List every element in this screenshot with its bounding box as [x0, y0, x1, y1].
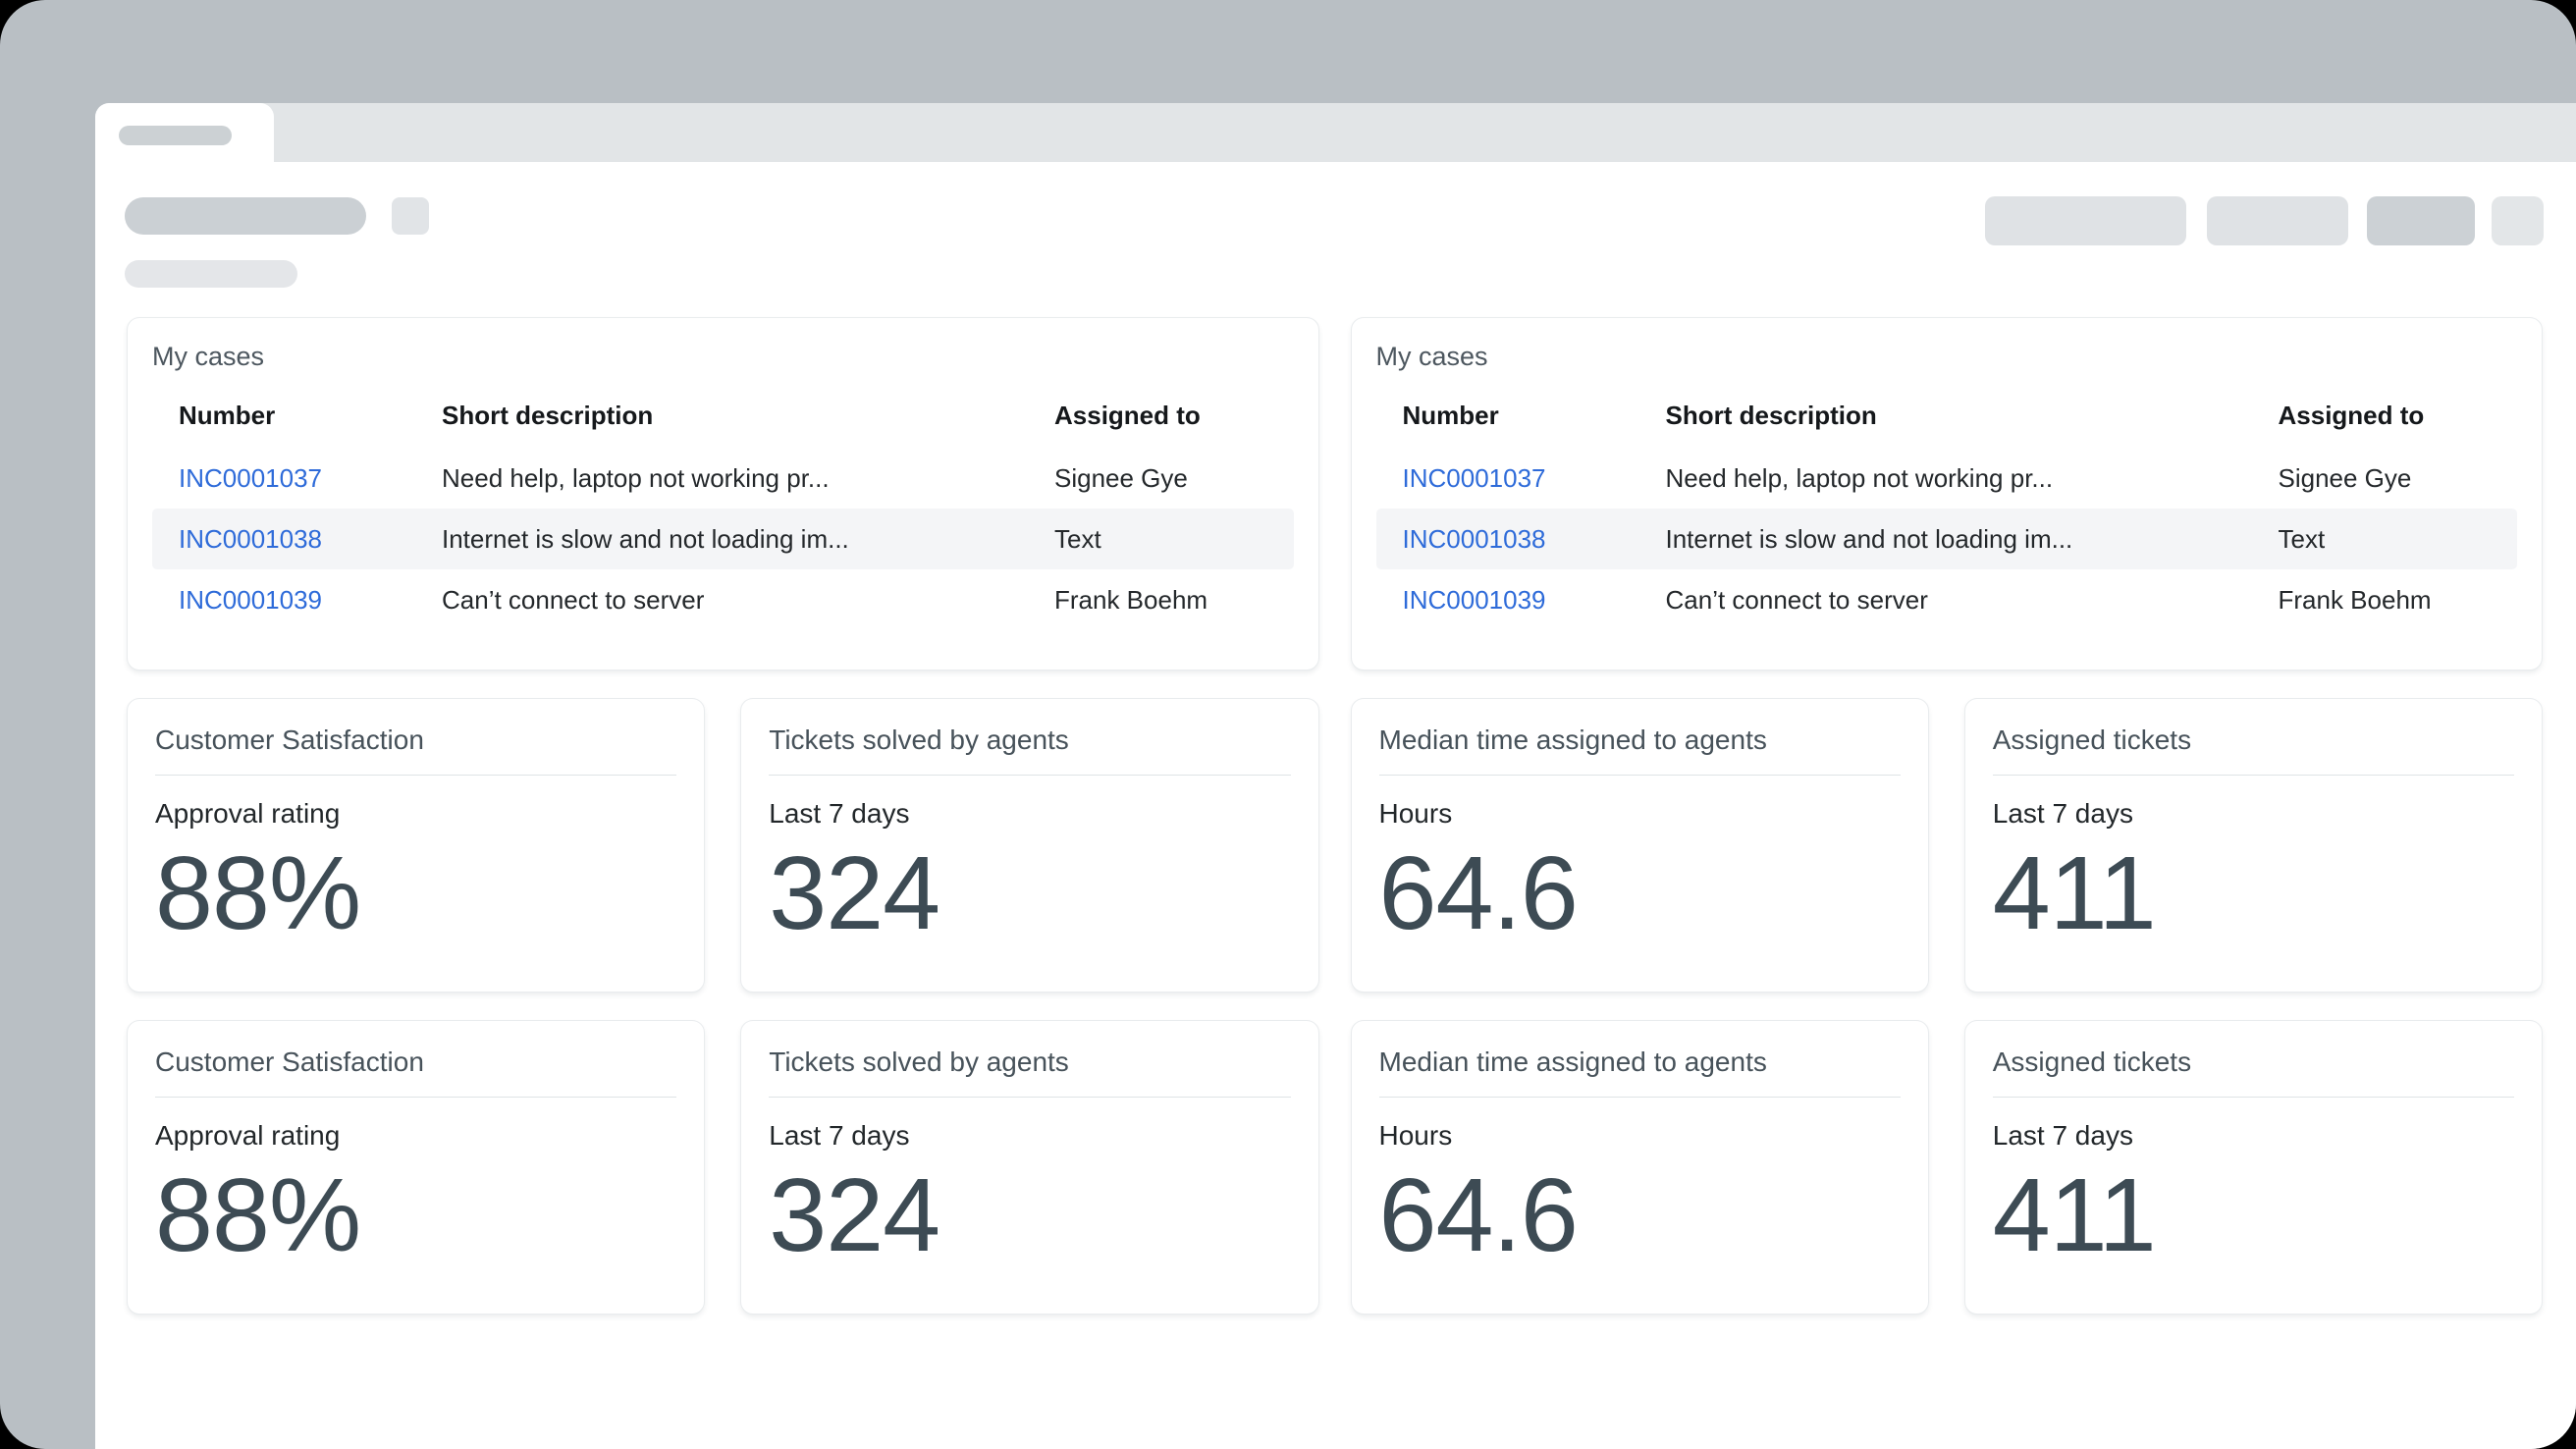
page-subtitle-skeleton [125, 260, 297, 288]
browser-tab[interactable] [95, 103, 274, 162]
kpi-card-median-time[interactable]: Median time assigned to agents Hours 64.… [1351, 698, 1929, 993]
case-number-link[interactable]: INC0001038 [179, 524, 322, 554]
header-action-button-1[interactable] [1985, 196, 2186, 245]
my-cases-title: My cases [152, 338, 1294, 375]
dashboard-column-2: My cases Number Short description Assign… [1351, 317, 2544, 1315]
case-assigned-to: Frank Boehm [1028, 585, 1294, 616]
my-cases-table: Number Short description Assigned to INC… [1376, 383, 2518, 630]
column-header-assigned-to: Assigned to [1028, 401, 1294, 431]
kpi-value: 64.6 [1379, 837, 1901, 949]
case-assigned-to: Signee Gye [1028, 463, 1294, 494]
my-cases-card: My cases Number Short description Assign… [1351, 317, 2544, 671]
my-cases-title: My cases [1376, 338, 2518, 375]
case-assigned-to: Frank Boehm [2252, 585, 2518, 616]
kpi-value: 324 [769, 837, 1290, 949]
kpi-value: 64.6 [1379, 1159, 1901, 1271]
kpi-label: Approval rating [155, 1118, 676, 1154]
header-icon-skeleton [392, 197, 429, 235]
case-number-link[interactable]: INC0001037 [179, 463, 322, 493]
kpi-label: Last 7 days [769, 796, 1290, 832]
header-action-button-3[interactable] [2367, 196, 2475, 245]
kpi-title: Customer Satisfaction [155, 1045, 676, 1080]
column-header-short-description: Short description [415, 401, 1028, 431]
case-short-description: Can’t connect to server [415, 585, 1028, 616]
my-cases-table: Number Short description Assigned to INC… [152, 383, 1294, 630]
kpi-card-customer-satisfaction[interactable]: Customer Satisfaction Approval rating 88… [127, 1020, 705, 1315]
kpi-card-tickets-solved[interactable]: Tickets solved by agents Last 7 days 324 [740, 698, 1318, 993]
case-assigned-to: Text [2252, 524, 2518, 555]
kpi-label: Hours [1379, 1118, 1901, 1154]
browser-window: My cases Number Short description Assign… [95, 103, 2576, 1449]
case-number-link[interactable]: INC0001038 [1403, 524, 1546, 554]
column-header-short-description: Short description [1639, 401, 2252, 431]
table-header-row: Number Short description Assigned to [1376, 383, 2518, 448]
my-cases-card: My cases Number Short description Assign… [127, 317, 1319, 671]
kpi-divider [769, 775, 1290, 776]
tab-title-skeleton [119, 126, 232, 145]
column-header-number: Number [152, 401, 415, 431]
kpi-title: Customer Satisfaction [155, 723, 676, 758]
header-action-button-2[interactable] [2207, 196, 2348, 245]
kpi-value: 411 [1993, 837, 2514, 949]
column-header-number: Number [1376, 401, 1639, 431]
case-short-description: Need help, laptop not working pr... [415, 463, 1028, 494]
case-short-description: Internet is slow and not loading im... [415, 524, 1028, 555]
browser-tab-bar [95, 103, 2576, 162]
dashboard-column-1: My cases Number Short description Assign… [127, 317, 1319, 1315]
case-short-description: Need help, laptop not working pr... [1639, 463, 2252, 494]
kpi-card-assigned-tickets[interactable]: Assigned tickets Last 7 days 411 [1964, 1020, 2543, 1315]
device-frame: My cases Number Short description Assign… [0, 0, 2576, 1449]
kpi-divider [155, 775, 676, 776]
table-row: INC0001038 Internet is slow and not load… [152, 509, 1294, 569]
kpi-title: Tickets solved by agents [769, 1045, 1290, 1080]
table-row: INC0001037 Need help, laptop not working… [1376, 448, 2518, 509]
table-header-row: Number Short description Assigned to [152, 383, 1294, 448]
kpi-divider [1379, 775, 1901, 776]
table-row: INC0001037 Need help, laptop not working… [152, 448, 1294, 509]
case-number-link[interactable]: INC0001039 [179, 585, 322, 615]
page-title-skeleton [125, 197, 366, 235]
case-assigned-to: Text [1028, 524, 1294, 555]
kpi-grid: Customer Satisfaction Approval rating 88… [127, 698, 1319, 1315]
page-content: My cases Number Short description Assign… [95, 162, 2576, 1449]
kpi-value: 88% [155, 837, 676, 949]
kpi-card-tickets-solved[interactable]: Tickets solved by agents Last 7 days 324 [740, 1020, 1318, 1315]
kpi-divider [1993, 775, 2514, 776]
case-short-description: Can’t connect to server [1639, 585, 2252, 616]
case-short-description: Internet is slow and not loading im... [1639, 524, 2252, 555]
case-assigned-to: Signee Gye [2252, 463, 2518, 494]
case-number-link[interactable]: INC0001037 [1403, 463, 1546, 493]
column-header-assigned-to: Assigned to [2252, 401, 2518, 431]
kpi-title: Median time assigned to agents [1379, 723, 1901, 758]
kpi-card-median-time[interactable]: Median time assigned to agents Hours 64.… [1351, 1020, 1929, 1315]
kpi-card-customer-satisfaction[interactable]: Customer Satisfaction Approval rating 88… [127, 698, 705, 993]
kpi-value: 411 [1993, 1159, 2514, 1271]
kpi-value: 324 [769, 1159, 1290, 1271]
kpi-title: Assigned tickets [1993, 1045, 2514, 1080]
kpi-label: Last 7 days [1993, 1118, 2514, 1154]
kpi-card-assigned-tickets[interactable]: Assigned tickets Last 7 days 411 [1964, 698, 2543, 993]
table-row: INC0001038 Internet is slow and not load… [1376, 509, 2518, 569]
kpi-value: 88% [155, 1159, 676, 1271]
table-row: INC0001039 Can’t connect to server Frank… [1376, 569, 2518, 630]
kpi-divider [769, 1097, 1290, 1098]
kpi-divider [1379, 1097, 1901, 1098]
kpi-label: Last 7 days [1993, 796, 2514, 832]
kpi-divider [1993, 1097, 2514, 1098]
kpi-title: Assigned tickets [1993, 723, 2514, 758]
header-action-button-4[interactable] [2492, 196, 2544, 245]
case-number-link[interactable]: INC0001039 [1403, 585, 1546, 615]
kpi-label: Hours [1379, 796, 1901, 832]
dashboard-grid: My cases Number Short description Assign… [127, 317, 2543, 1315]
table-row: INC0001039 Can’t connect to server Frank… [152, 569, 1294, 630]
kpi-divider [155, 1097, 676, 1098]
kpi-title: Median time assigned to agents [1379, 1045, 1901, 1080]
kpi-title: Tickets solved by agents [769, 723, 1290, 758]
kpi-label: Approval rating [155, 796, 676, 832]
kpi-grid: Median time assigned to agents Hours 64.… [1351, 698, 2544, 1315]
kpi-label: Last 7 days [769, 1118, 1290, 1154]
